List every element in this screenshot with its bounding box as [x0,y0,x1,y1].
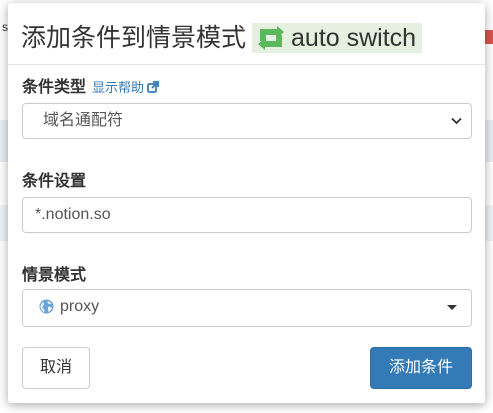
cancel-button[interactable]: 取消 [22,347,90,389]
add-condition-button[interactable]: 添加条件 [370,347,472,389]
add-condition-dialog: 添加条件到情景模式 auto switch 条件类型 显示帮助 域名通配符 条件设… [8,3,485,403]
show-help-link-text: 显示帮助 [92,80,145,95]
dialog-title: 添加条件到情景模式 auto switch [21,21,423,55]
show-help-link[interactable]: 显示帮助 [92,80,159,95]
profile-selected: proxy [60,298,100,315]
profile-tag-label: auto switch [291,24,417,52]
condition-type-label: 条件类型 显示帮助 [22,73,159,97]
condition-type-label-text: 条件类型 [22,79,87,96]
globe-icon [39,299,54,314]
caret-down-icon [447,305,457,310]
dialog-header: 添加条件到情景模式 auto switch [8,3,485,65]
dialog-title-text: 添加条件到情景模式 [21,24,247,52]
external-link-icon [147,81,159,93]
condition-settings-label: 条件设置 [22,173,87,190]
profile-select[interactable]: proxy [22,289,472,327]
condition-type-selected: 域名通配符 [43,112,124,129]
profile-tag: auto switch [252,23,423,53]
condition-type-select[interactable]: 域名通配符 [22,103,472,139]
switch-arrows-icon [258,26,285,50]
condition-pattern-input[interactable]: *.notion.so [22,197,472,233]
profile-label: 情景模式 [22,267,87,284]
chevron-down-icon [451,117,462,125]
